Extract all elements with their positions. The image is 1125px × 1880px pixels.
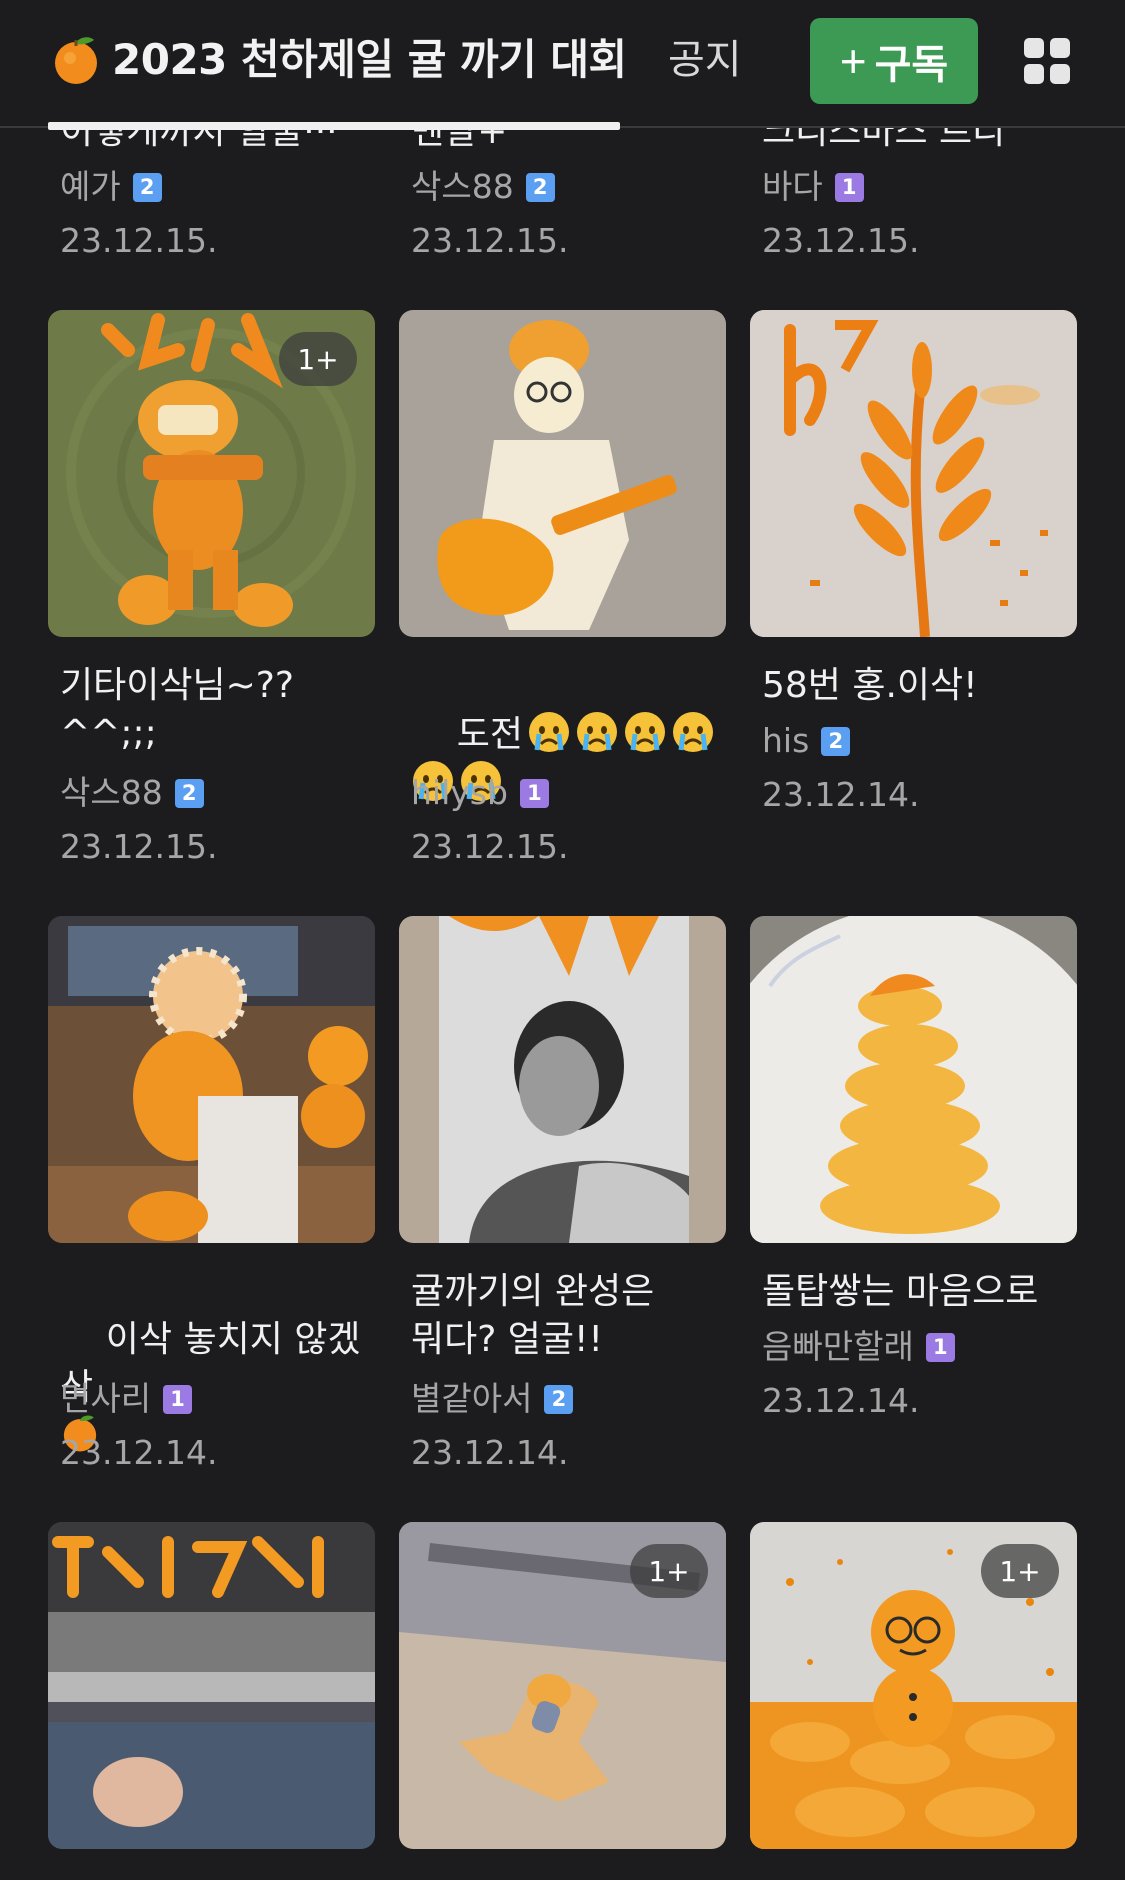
post-date: 23.12.14. — [60, 1433, 218, 1472]
post-title-text: 도전 — [456, 714, 524, 755]
active-tab-indicator — [48, 122, 620, 130]
post-thumbnail[interactable]: 1+ — [399, 1522, 726, 1849]
tangerine-icon — [55, 37, 97, 84]
post-thumbnail[interactable] — [750, 916, 1077, 1243]
post-title: 돌탑쌓는 마음으로 — [762, 1271, 1039, 1312]
post-author: 별같아서 2 — [411, 1376, 574, 1422]
grid-view-icon[interactable] — [1022, 36, 1072, 86]
author-name: 면사리 — [60, 1379, 152, 1418]
author-name: 예가 — [60, 167, 121, 206]
member-level-badge: 1 — [163, 1384, 193, 1414]
member-level-badge: 2 — [544, 1384, 574, 1414]
post-thumbnail[interactable] — [399, 916, 726, 1243]
post-author: his 2 — [762, 718, 851, 764]
post-thumbnail[interactable] — [48, 916, 375, 1243]
author-name: his — [762, 721, 810, 760]
post-date: 23.12.14. — [411, 1433, 569, 1472]
post-thumbnail[interactable]: 1+ — [48, 310, 375, 637]
member-level-badge: 1 — [925, 1332, 955, 1362]
crying-face-icon — [673, 712, 714, 752]
post-author: hilysb 1 — [411, 770, 549, 816]
post-date: 23.12.15. — [60, 827, 218, 866]
post-author: 음빠만할래 1 — [762, 1324, 955, 1370]
post-date: 23.12.14. — [762, 775, 920, 814]
post-date: 23.12.15. — [411, 221, 569, 260]
member-level-badge: 1 — [519, 778, 549, 808]
post-title: 58번 홍.이삭! — [762, 665, 978, 706]
post-date: 23.12.15. — [411, 827, 569, 866]
post-date: 23.12.15. — [762, 221, 920, 260]
member-level-badge: 2 — [525, 172, 555, 202]
crying-face-icon — [529, 712, 570, 752]
image-count-badge: 1+ — [279, 332, 357, 386]
author-name: hilysb — [411, 773, 508, 812]
post-author: 면사리 1 — [60, 1376, 193, 1422]
member-level-badge: 2 — [132, 172, 162, 202]
post-date: 23.12.14. — [762, 1381, 920, 1420]
post-author: 삭스88 2 — [411, 164, 555, 210]
image-count-badge: 1+ — [630, 1544, 708, 1598]
post-thumbnail[interactable] — [750, 310, 1077, 637]
post-author: 삭스88 2 — [60, 770, 204, 816]
notice-tab[interactable]: 공지 — [668, 30, 742, 90]
cafe-header: 2023 천하제일 귤 까기 대회 공지 + 구독 — [0, 0, 1125, 130]
crying-face-icon — [577, 712, 618, 752]
author-name: 별같아서 — [411, 1379, 533, 1418]
author-name: 음빠만할래 — [762, 1327, 914, 1366]
post-thumbnail[interactable]: 1+ — [750, 1522, 1077, 1849]
subscribe-button[interactable]: + 구독 — [810, 18, 978, 104]
image-count-badge: 1+ — [981, 1544, 1059, 1598]
plus-icon: + — [839, 35, 867, 87]
subscribe-label: 구독 — [874, 43, 949, 87]
post-title: 귤까기의 완성은 뭐다? 얼굴!! — [411, 1271, 655, 1360]
post-title: 기타이삭님~?? ^^;;; — [60, 665, 294, 754]
member-level-badge: 2 — [174, 778, 204, 808]
member-level-badge: 2 — [821, 726, 851, 756]
author-name: 삭스88 — [411, 167, 514, 206]
cafe-board-title[interactable]: 2023 천하제일 귤 까기 대회 — [112, 30, 627, 90]
author-name: 삭스88 — [60, 773, 163, 812]
post-thumbnail[interactable] — [48, 1522, 375, 1849]
post-author: 예가 2 — [60, 164, 162, 210]
author-name: 바다 — [762, 167, 823, 206]
post-author: 바다 1 — [762, 164, 864, 210]
member-level-badge: 1 — [834, 172, 864, 202]
post-date: 23.12.15. — [60, 221, 218, 260]
crying-face-icon — [625, 712, 666, 752]
post-thumbnail[interactable] — [399, 310, 726, 637]
